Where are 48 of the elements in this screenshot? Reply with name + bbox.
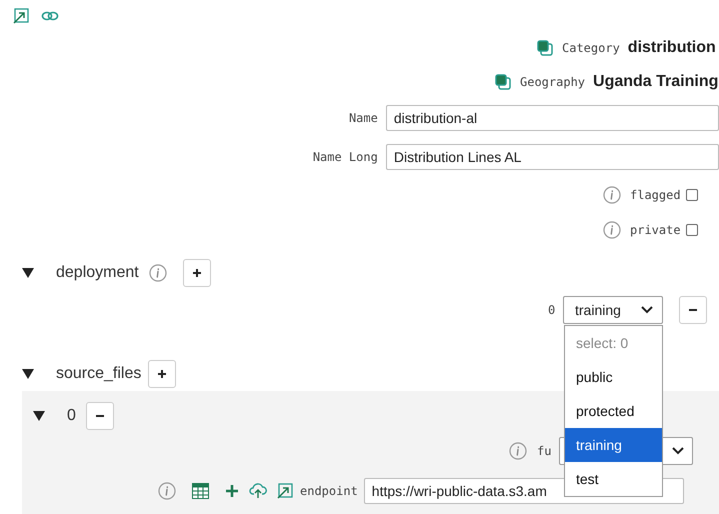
section-title: source_files <box>56 365 142 383</box>
plus-icon <box>157 369 168 379</box>
geography-label: Geography <box>520 75 586 89</box>
copy-icon[interactable] <box>536 39 554 57</box>
checkbox-label: private <box>630 223 682 237</box>
field-label: endpoint <box>300 484 358 498</box>
checkbox[interactable] <box>686 224 698 236</box>
table-icon[interactable] <box>192 483 209 499</box>
open-link-icon[interactable] <box>277 483 293 499</box>
section-title: deployment <box>56 264 139 282</box>
dropdown-placeholder[interactable]: select: 0 <box>565 326 662 360</box>
info-icon[interactable] <box>509 442 527 460</box>
info-icon[interactable] <box>148 264 167 282</box>
dropdown-option[interactable]: protected <box>565 394 662 428</box>
add-button[interactable] <box>148 360 176 388</box>
expand-toggle[interactable] <box>33 411 45 421</box>
checkbox[interactable] <box>686 189 698 201</box>
remove-button[interactable] <box>679 296 707 324</box>
link-icon[interactable] <box>41 11 59 21</box>
chevron-down-icon <box>672 447 684 455</box>
field-label: Name <box>348 111 379 125</box>
info-icon[interactable] <box>603 186 621 204</box>
expand-toggle[interactable] <box>22 369 34 379</box>
plus-icon <box>192 268 202 278</box>
copy-icon[interactable] <box>494 73 512 91</box>
info-icon[interactable] <box>158 482 176 500</box>
item-index: 0 <box>548 303 556 317</box>
open-link-icon[interactable] <box>13 8 29 24</box>
geography-value: Uganda Training <box>593 73 718 91</box>
category-label: Category <box>562 41 620 55</box>
text-field[interactable]: distribution-al <box>386 105 719 131</box>
field-label: Name Long <box>312 150 379 164</box>
expand-toggle[interactable] <box>22 268 34 278</box>
category-value: distribution <box>628 39 716 57</box>
cloud-upload-icon[interactable] <box>249 483 267 499</box>
info-icon[interactable] <box>603 221 621 239</box>
dropdown-option[interactable]: training <box>565 428 662 462</box>
minus-icon <box>94 414 105 418</box>
plus-icon[interactable] <box>225 484 239 498</box>
minus-icon <box>688 308 698 312</box>
chevron-down-icon <box>641 306 653 314</box>
item-index: 0 <box>67 407 76 425</box>
text-field[interactable]: Distribution Lines AL <box>386 144 719 170</box>
select-field[interactable]: training <box>563 296 663 324</box>
field-label: fu <box>537 444 552 458</box>
checkbox-label: flagged <box>630 188 682 202</box>
dropdown-option[interactable]: public <box>565 360 662 394</box>
add-button[interactable] <box>182 259 211 287</box>
